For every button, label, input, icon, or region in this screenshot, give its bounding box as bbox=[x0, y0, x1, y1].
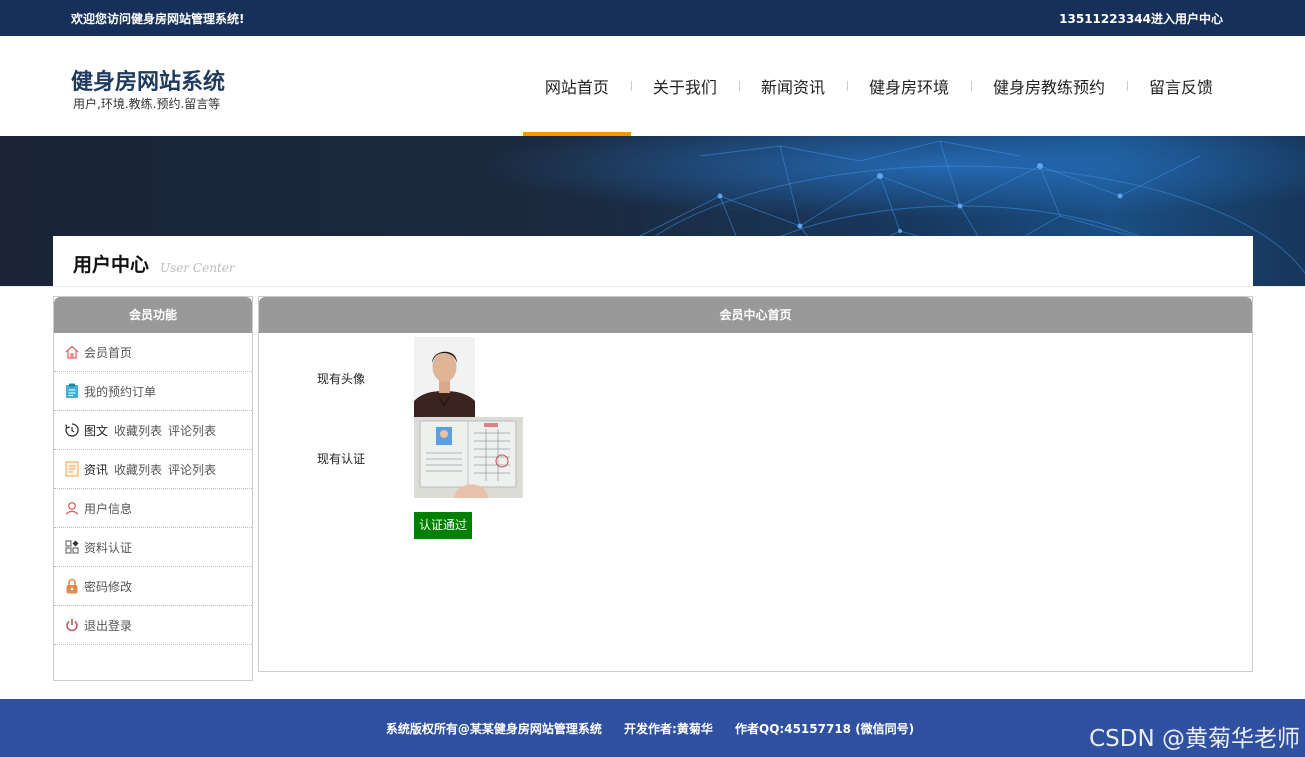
sidebar-item-verification[interactable]: 资料认证 bbox=[54, 528, 252, 567]
page-title-en: User Center bbox=[160, 261, 235, 275]
nav-item-home[interactable]: 网站首页 bbox=[522, 36, 631, 136]
sidebar-item-logout[interactable]: 退出登录 bbox=[54, 606, 252, 645]
sidebar-item-label: 用户信息 bbox=[84, 501, 133, 516]
user-icon bbox=[64, 500, 80, 516]
site-title[interactable]: 健身房网站系统 bbox=[71, 64, 225, 96]
member-sidebar: 会员功能 会员首页 我的预约订单 图文 收藏列表 评论列表 资讯 收藏列表 评论… bbox=[53, 296, 253, 681]
grid-icon bbox=[64, 539, 80, 555]
sidebar-item-articles[interactable]: 图文 收藏列表 评论列表 bbox=[54, 411, 252, 450]
sidebar-item-label: 我的预约订单 bbox=[84, 384, 157, 399]
site-subtitle: 用户,环境.教练.预约.留言等 bbox=[73, 97, 221, 111]
sidebar-item-label: 会员首页 bbox=[84, 345, 133, 360]
lock-icon bbox=[64, 578, 80, 594]
verification-approved-button[interactable]: 认证通过 bbox=[414, 512, 472, 539]
nav-item-about[interactable]: 关于我们 bbox=[630, 36, 739, 136]
avatar-image bbox=[414, 337, 475, 417]
sidebar-item-label: 退出登录 bbox=[84, 618, 133, 633]
sidebar-item-news[interactable]: 资讯 收藏列表 评论列表 bbox=[54, 450, 252, 489]
sidebar-heading: 会员功能 bbox=[54, 297, 252, 333]
footer-copyright: 系统版权所有@某某健身房网站管理系统 bbox=[385, 722, 602, 736]
nav-item-news[interactable]: 新闻资讯 bbox=[738, 36, 847, 136]
member-center-panel: 会员中心首页 现有头像 现有认证 认证通过 bbox=[258, 296, 1253, 672]
divider bbox=[0, 286, 1305, 287]
footer-author: 开发作者:黄菊华 bbox=[624, 722, 713, 736]
certificate-label: 现有认证 bbox=[317, 452, 366, 466]
sidebar-item-user-info[interactable]: 用户信息 bbox=[54, 489, 252, 528]
footer-qq: 作者QQ:45157718 (微信同号) bbox=[735, 722, 915, 736]
news-comments-link[interactable]: 评论列表 bbox=[168, 461, 216, 478]
nav-item-environment[interactable]: 健身房环境 bbox=[846, 36, 971, 136]
sidebar-item-label: 密码修改 bbox=[84, 579, 133, 594]
refresh-icon bbox=[64, 422, 80, 438]
document-icon bbox=[64, 461, 80, 477]
sidebar-item-change-password[interactable]: 密码修改 bbox=[54, 567, 252, 606]
welcome-text: 欢迎您访问健身房网站管理系统! bbox=[71, 12, 245, 26]
panel-heading: 会员中心首页 bbox=[259, 297, 1252, 333]
sidebar-item-label: 资料认证 bbox=[84, 540, 133, 555]
sidebar-item-member-home[interactable]: 会员首页 bbox=[54, 333, 252, 372]
page-title: 用户中心 bbox=[73, 254, 150, 276]
certificate-image bbox=[414, 417, 523, 498]
avatar-label: 现有头像 bbox=[317, 372, 366, 386]
clipboard-icon bbox=[64, 383, 80, 399]
csdn-watermark: CSDN @黄菊华老师 bbox=[1089, 726, 1300, 752]
sidebar-item-label: 图文 bbox=[84, 423, 109, 438]
nav-item-feedback[interactable]: 留言反馈 bbox=[1126, 36, 1235, 136]
home-icon bbox=[64, 344, 80, 360]
top-bar: 欢迎您访问健身房网站管理系统! 13511223344进入用户中心 bbox=[0, 0, 1305, 36]
page-title-box: 用户中心 User Center bbox=[53, 236, 1253, 286]
nav-item-coach-booking[interactable]: 健身房教练预约 bbox=[970, 36, 1127, 136]
main-nav: 网站首页 关于我们 新闻资讯 健身房环境 健身房教练预约 留言反馈 bbox=[522, 36, 1235, 136]
articles-comments-link[interactable]: 评论列表 bbox=[168, 422, 216, 439]
articles-favorites-link[interactable]: 收藏列表 bbox=[114, 422, 162, 439]
sidebar-item-my-bookings[interactable]: 我的预约订单 bbox=[54, 372, 252, 411]
power-icon bbox=[64, 617, 80, 633]
sidebar-item-label: 资讯 bbox=[84, 462, 109, 477]
news-favorites-link[interactable]: 收藏列表 bbox=[114, 461, 162, 478]
user-center-link[interactable]: 13511223344进入用户中心 bbox=[1059, 10, 1223, 27]
site-header: 健身房网站系统 用户,环境.教练.预约.留言等 网站首页 关于我们 新闻资讯 健… bbox=[0, 36, 1305, 136]
